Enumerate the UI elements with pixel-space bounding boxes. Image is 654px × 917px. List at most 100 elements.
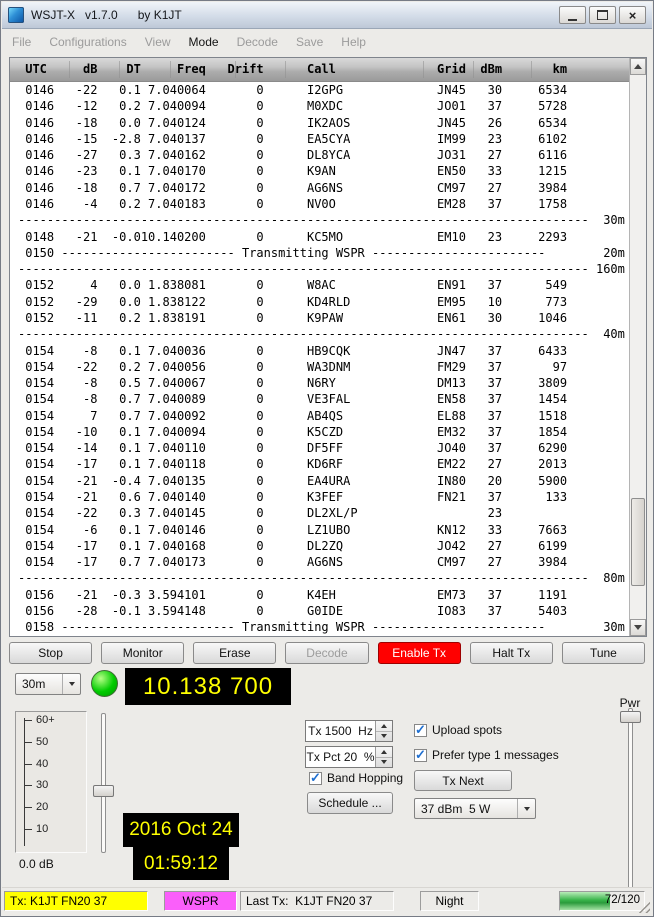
tx-freq-spinbox[interactable]: Tx 1500 Hz bbox=[305, 720, 393, 742]
decode-row[interactable]: 0146 -18 0.0 7.040124 0 IK2AOS JN45 26 6… bbox=[18, 115, 629, 131]
rx-gain-slider-thumb[interactable] bbox=[93, 785, 114, 797]
scroll-thumb[interactable] bbox=[631, 498, 645, 586]
band-separator-row[interactable]: ----------------------------------------… bbox=[18, 326, 629, 342]
decode-header[interactable]: UTC dB DT Freq Drift Call Grid dBm km bbox=[10, 58, 629, 82]
checkbox-icon bbox=[414, 724, 427, 737]
meter-readout: 0.0 dB bbox=[19, 857, 54, 871]
band-hopping-checkbox[interactable]: Band Hopping bbox=[309, 771, 403, 785]
band-separator-row[interactable]: ----------------------------------------… bbox=[18, 570, 629, 586]
power-select[interactable]: 37 dBm 5 W bbox=[414, 798, 536, 819]
decode-row[interactable]: 0154 -8 0.7 7.040089 0 VE3FAL EN58 37 14… bbox=[18, 391, 629, 407]
last-tx-panel: Last Tx: K1JT FN20 37 bbox=[240, 891, 394, 911]
decode-row[interactable]: 0148 -21 -0.010.140200 0 KC5MO EM10 23 2… bbox=[18, 229, 629, 245]
decode-rows[interactable]: 0146 -22 0.1 7.040064 0 I2GPG JN45 30 65… bbox=[10, 82, 629, 636]
period-panel: Night bbox=[420, 891, 479, 911]
menu-mode[interactable]: Mode bbox=[180, 32, 228, 52]
meter-tick bbox=[24, 764, 32, 765]
header-separator bbox=[235, 61, 236, 78]
maximize-button[interactable] bbox=[589, 6, 616, 24]
menu-help: Help bbox=[332, 32, 375, 52]
meter-axis bbox=[24, 718, 25, 846]
decode-row[interactable]: 0154 -17 0.1 7.040118 0 KD6RF EM22 27 20… bbox=[18, 456, 629, 472]
decode-row[interactable]: 0154 -14 0.1 7.040110 0 DF5FF JO40 37 62… bbox=[18, 440, 629, 456]
decode-row[interactable]: 0152 -29 0.0 1.838122 0 KD4RLD EM95 10 7… bbox=[18, 294, 629, 310]
decode-row[interactable]: 0154 -10 0.1 7.040094 0 K5CZD EM32 37 18… bbox=[18, 424, 629, 440]
decode-row[interactable]: 0146 -22 0.1 7.040064 0 I2GPG JN45 30 65… bbox=[18, 82, 629, 98]
maximize-icon bbox=[597, 10, 608, 20]
checkbox-icon bbox=[414, 749, 427, 762]
tune-button[interactable]: Tune bbox=[562, 642, 645, 664]
enable-tx-button[interactable]: Enable Tx bbox=[378, 642, 461, 664]
schedule-button[interactable]: Schedule ... bbox=[307, 792, 393, 814]
titlebar[interactable]: WSJT-X v1.7.0 by K1JT × bbox=[2, 2, 652, 29]
tx-pct-value: Tx Pct 20 % bbox=[306, 750, 375, 764]
decode-row[interactable]: 0154 -22 0.2 7.040056 0 WA3DNM FM29 37 9… bbox=[18, 359, 629, 375]
decode-row[interactable]: 0154 -8 0.5 7.040067 0 N6RY DM13 37 3809 bbox=[18, 375, 629, 391]
band-separator-row[interactable]: ----------------------------------------… bbox=[18, 212, 629, 228]
rx-gain-slider[interactable] bbox=[101, 713, 106, 853]
pwr-slider-thumb[interactable] bbox=[620, 711, 641, 723]
decode-row[interactable]: 0146 -18 0.7 7.040172 0 AG6NS CM97 27 39… bbox=[18, 180, 629, 196]
decode-row[interactable]: 0154 -21 -0.4 7.040135 0 EA4URA IN80 20 … bbox=[18, 473, 629, 489]
menu-configurations: Configurations bbox=[40, 32, 135, 52]
stop-button[interactable]: Stop bbox=[9, 642, 92, 664]
transmitting-row[interactable]: 0150 ------------------------ Transmitti… bbox=[18, 245, 629, 261]
decode-row[interactable]: 0152 -11 0.2 1.838191 0 K9PAW EN61 30 10… bbox=[18, 310, 629, 326]
spin-up-button[interactable] bbox=[376, 747, 392, 758]
decode-row[interactable]: 0154 -17 0.1 7.040168 0 DL2ZQ JO42 27 61… bbox=[18, 538, 629, 554]
decode-scrollbar[interactable] bbox=[629, 58, 646, 636]
band-separator-row[interactable]: ----------------------------------------… bbox=[18, 261, 629, 277]
scroll-up-button[interactable] bbox=[630, 58, 646, 75]
tx-message-text: Tx: K1JT FN20 37 bbox=[10, 894, 107, 908]
wsjtx-window: WSJT-X v1.7.0 by K1JT × File Configurati… bbox=[0, 0, 654, 917]
arrow-down-icon bbox=[381, 734, 387, 738]
decode-row[interactable]: 0154 -8 0.1 7.040036 0 HB9CQK JN47 37 64… bbox=[18, 343, 629, 359]
decode-row[interactable]: 0146 -27 0.3 7.040162 0 DL8YCA JO31 27 6… bbox=[18, 147, 629, 163]
decode-row[interactable]: 0154 -6 0.1 7.040146 0 LZ1UBO KN12 33 76… bbox=[18, 522, 629, 538]
pwr-slider[interactable] bbox=[628, 708, 633, 891]
menu-decode: Decode bbox=[228, 32, 287, 52]
prefer-type1-checkbox[interactable]: Prefer type 1 messages bbox=[414, 748, 559, 762]
scroll-down-button[interactable] bbox=[630, 619, 646, 636]
decode-row[interactable]: 0154 -21 0.6 7.040140 0 K3FEF FN21 37 13… bbox=[18, 489, 629, 505]
halt-tx-button[interactable]: Halt Tx bbox=[470, 642, 553, 664]
header-separator bbox=[285, 61, 286, 78]
decode-row[interactable]: 0154 7 0.7 7.040092 0 AB4QS EL88 37 1518 bbox=[18, 408, 629, 424]
meter-tick bbox=[24, 807, 32, 808]
tx-pct-spinbox[interactable]: Tx Pct 20 % bbox=[305, 746, 393, 768]
decode-row[interactable]: 0156 -21 -0.3 3.594101 0 K4EH EM73 37 11… bbox=[18, 587, 629, 603]
meter-scale-label: 50 bbox=[36, 736, 48, 748]
signal-meter: 60+5040302010 bbox=[15, 711, 87, 853]
tx-progress-label: 72/120 bbox=[605, 894, 640, 906]
decode-row[interactable]: 0146 -12 0.2 7.040094 0 M0XDC JO01 37 57… bbox=[18, 98, 629, 114]
upload-spots-checkbox[interactable]: Upload spots bbox=[414, 723, 502, 737]
spin-down-button[interactable] bbox=[376, 732, 392, 742]
minimize-button[interactable] bbox=[559, 6, 586, 24]
erase-button[interactable]: Erase bbox=[193, 642, 276, 664]
monitor-button[interactable]: Monitor bbox=[101, 642, 184, 664]
tx-next-button[interactable]: Tx Next bbox=[414, 770, 512, 791]
decode-row[interactable]: 0154 -22 0.3 7.040145 0 DL2XL/P 23 bbox=[18, 505, 629, 521]
tx-freq-value: Tx 1500 Hz bbox=[306, 724, 375, 738]
transmitting-row[interactable]: 0158 ------------------------ Transmitti… bbox=[18, 619, 629, 635]
decode-row[interactable]: 0156 -28 -0.1 3.594148 0 G0IDE IO83 37 5… bbox=[18, 603, 629, 619]
header-separator bbox=[69, 61, 70, 78]
spinner bbox=[375, 721, 392, 741]
chevron-down-icon bbox=[62, 674, 80, 694]
band-select[interactable]: 30m bbox=[15, 673, 81, 695]
upload-spots-label: Upload spots bbox=[432, 723, 502, 737]
close-button[interactable]: × bbox=[619, 6, 646, 24]
time-display: 01:59:12 bbox=[133, 847, 229, 880]
meter-scale-label: 60+ bbox=[36, 714, 55, 726]
decode-row[interactable]: 0154 -17 0.7 7.040173 0 AG6NS CM97 27 39… bbox=[18, 554, 629, 570]
band-hopping-label: Band Hopping bbox=[327, 771, 403, 785]
spin-up-button[interactable] bbox=[376, 721, 392, 732]
tx-progress-bar: 72/120 bbox=[559, 891, 645, 911]
decode-row[interactable]: 0146 -23 0.1 7.040170 0 K9AN EN50 33 121… bbox=[18, 163, 629, 179]
last-tx-text: Last Tx: K1JT FN20 37 bbox=[246, 894, 372, 908]
decode-row[interactable]: 0152 4 0.0 1.838081 0 W8AC EN91 37 549 bbox=[18, 277, 629, 293]
decode-row[interactable]: 0146 -15 -2.8 7.040137 0 EA5CYA IM99 23 … bbox=[18, 131, 629, 147]
band-select-value: 30m bbox=[16, 677, 62, 691]
spin-down-button[interactable] bbox=[376, 758, 392, 768]
decode-row[interactable]: 0146 -4 0.2 7.040183 0 NV0O EM28 37 1758 bbox=[18, 196, 629, 212]
